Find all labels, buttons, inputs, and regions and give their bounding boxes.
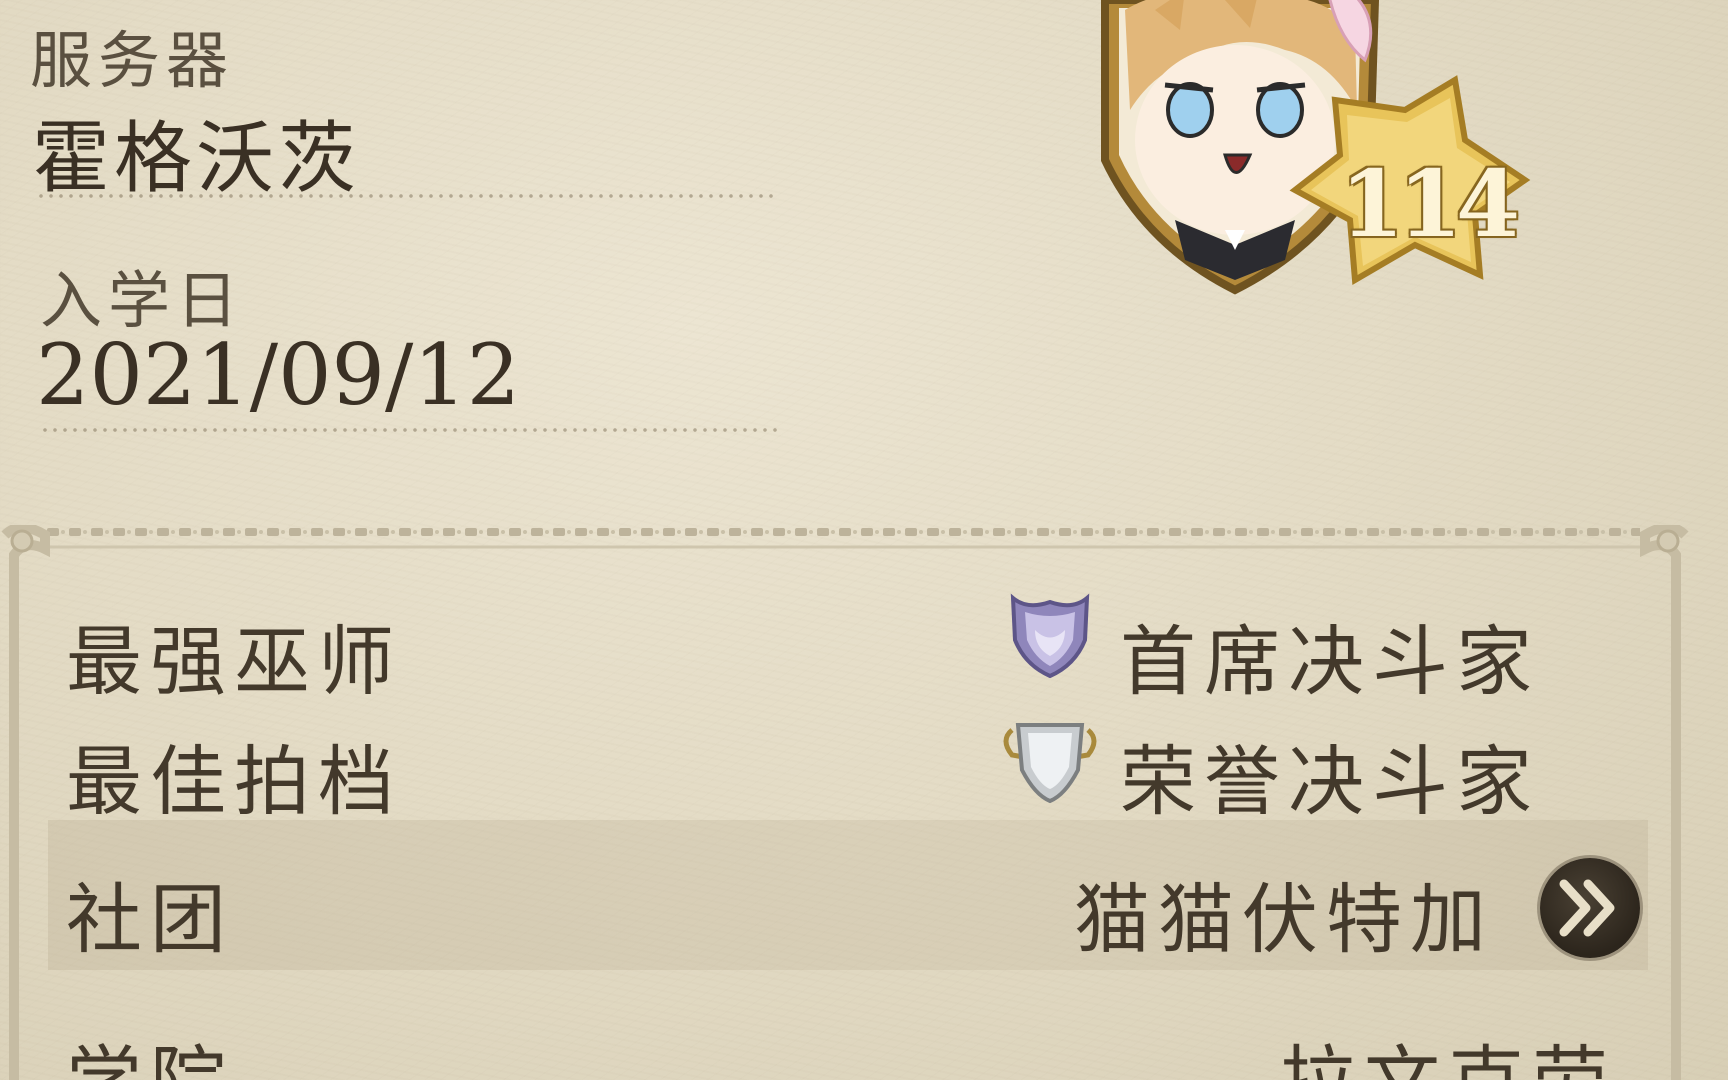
strongest-wizard-label: 最强巫师: [66, 617, 402, 706]
club-value[interactable]: 猫猫伏特加: [1074, 858, 1494, 968]
best-partner-value: 荣誉决斗家: [1120, 737, 1540, 826]
server-label: 服务器: [30, 24, 235, 97]
enroll-date: 2021/09/12: [36, 326, 521, 424]
club-label: 社团: [66, 875, 234, 964]
strongest-wizard-value: 首席决斗家: [1120, 617, 1540, 706]
enroll-divider: [40, 427, 780, 433]
best-partner-label: 最佳拍档: [66, 737, 402, 826]
house-value: 拉文克劳: [1280, 1020, 1616, 1080]
server-value: 霍格沃茨: [32, 114, 361, 204]
player-level: 114: [1340, 150, 1520, 258]
server-divider: [36, 193, 776, 199]
house-label: 学院: [66, 1020, 234, 1080]
silver-trophy-icon: [1000, 715, 1100, 809]
purple-shield-icon: [1005, 590, 1095, 684]
double-chevron-right-icon: [1559, 879, 1615, 937]
club-arrow-button[interactable]: [1540, 858, 1640, 958]
